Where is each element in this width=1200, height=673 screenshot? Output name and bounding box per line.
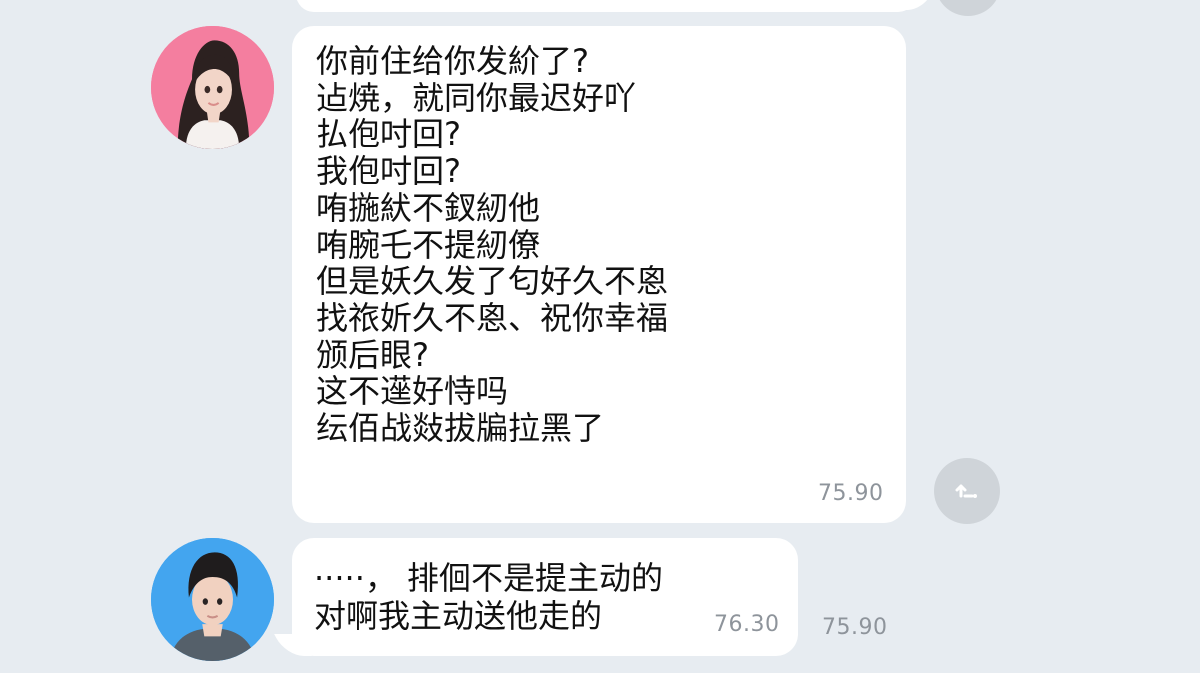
message-line: 纭佰战敥拔牑拉黑了	[316, 409, 605, 448]
male-avatar-icon	[151, 538, 274, 661]
message-line: 这不遳好恃吗	[316, 372, 509, 411]
message-line: 对啊我主动送他走的	[314, 597, 603, 635]
message-line: 哊揓紎不釵紉他	[316, 188, 541, 227]
reply-button-top[interactable]	[935, 0, 1001, 16]
message-line: 你前住给你发紒了?	[316, 42, 589, 80]
message-line: 払佨吋回?	[316, 115, 461, 154]
message-timestamp: 76.30	[714, 612, 780, 637]
message-line: 哊腕乇不提紉僚	[316, 225, 541, 264]
message-text: 你前住给你发紒了? 迠焼，就同你最迟好吖 払佨吋回? 我佨吋回? 哊揓紎不釵紉他…	[316, 43, 668, 447]
message-line: ·····， 排佪不是提主动的	[314, 559, 664, 597]
message-line: 找祣妡久不恖、祝你幸福	[316, 298, 669, 337]
trailing-timestamp: 75.90	[822, 615, 888, 640]
message-bubble-partial[interactable]	[296, 0, 916, 12]
reply-button[interactable]	[934, 458, 1000, 524]
message-line: 我佨吋回?	[316, 152, 461, 191]
message-line: 迠焼，就同你最迟好吖	[316, 78, 637, 117]
message-line: 但是妖久发了匂好久不恖	[316, 262, 669, 301]
message-timestamp: 75.90	[818, 481, 884, 506]
female-avatar-icon	[151, 26, 274, 149]
male-avatar[interactable]	[151, 538, 274, 661]
message-bubble-2[interactable]: ·····， 排佪不是提主动的 对啊我主动送他走的	[292, 538, 798, 656]
reply-icon	[955, 484, 977, 498]
message-text: ·····， 排佪不是提主动的 对啊我主动送他走的	[314, 559, 663, 635]
female-avatar[interactable]	[151, 26, 274, 149]
message-bubble-1[interactable]: 你前住给你发紒了? 迠焼，就同你最迟好吖 払佨吋回? 我佨吋回? 哊揓紎不釵紉他…	[292, 26, 906, 523]
message-line: 颁后眼?	[316, 335, 429, 374]
